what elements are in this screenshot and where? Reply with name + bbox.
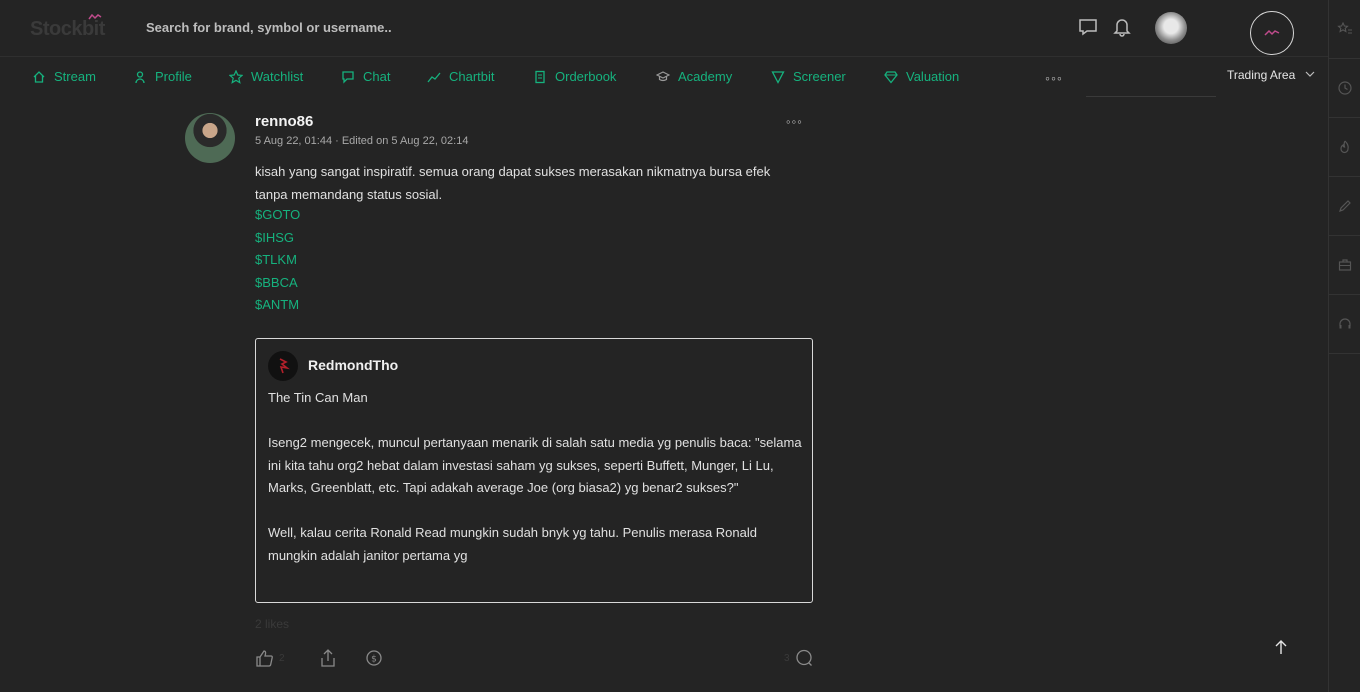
- quoted-paragraph: The Tin Can Man: [268, 390, 368, 405]
- user-icon: [135, 70, 145, 83]
- cashtag-link[interactable]: $IHSG: [255, 227, 300, 250]
- chevron-down-icon[interactable]: [1305, 70, 1315, 78]
- like-button[interactable]: 2: [255, 648, 285, 668]
- quoted-paragraph: Iseng2 mengecek, muncul pertanyaan menar…: [268, 435, 802, 495]
- nav-label: Orderbook: [555, 69, 617, 84]
- quoted-post-text: The Tin Can Man Iseng2 mengecek, muncul …: [268, 387, 803, 590]
- clock-icon: [1338, 81, 1352, 95]
- like-count: 2: [279, 652, 285, 664]
- main-nav: Stream Profile Watchlist Chat Chartbit O…: [0, 57, 1086, 97]
- post-body: kisah yang sangat inspiratif. semua oran…: [255, 164, 771, 202]
- svg-text:$: $: [371, 655, 377, 665]
- cashtag-link[interactable]: $GOTO: [255, 204, 300, 227]
- nav-item-chat[interactable]: Chat: [341, 69, 390, 84]
- star-list-icon: [1337, 21, 1352, 34]
- rail-history[interactable]: [1329, 59, 1360, 118]
- reply-count: 3: [784, 652, 790, 664]
- message-icon[interactable]: [1077, 16, 1099, 38]
- nav-item-orderbook[interactable]: Orderbook: [533, 69, 616, 84]
- nav-item-valuation[interactable]: Valuation: [884, 69, 959, 84]
- document-icon: [535, 70, 545, 83]
- comment-icon: [795, 649, 812, 666]
- logo-mark-icon: [88, 14, 102, 20]
- trading-logo-icon: [1264, 29, 1280, 36]
- post-more-button[interactable]: ◦◦◦: [786, 114, 803, 129]
- cashtag-link[interactable]: $TLKM: [255, 249, 300, 272]
- quoted-paragraph: Well, kalau cerita Ronald Read mungkin s…: [268, 525, 757, 563]
- scroll-to-top-icon[interactable]: [1270, 636, 1292, 658]
- nav-label: Valuation: [906, 69, 960, 84]
- rail-portfolio[interactable]: [1329, 236, 1360, 295]
- divider: [1086, 96, 1216, 97]
- star-icon: [229, 69, 243, 84]
- chart-icon: [427, 72, 441, 82]
- thumbs-up-icon: [256, 650, 273, 667]
- nav-label: Chartbit: [449, 69, 495, 84]
- trading-area-label[interactable]: Trading Area: [1227, 68, 1295, 82]
- share-icon: [321, 649, 335, 667]
- trading-area-button[interactable]: [1250, 11, 1294, 55]
- cashtag-link[interactable]: $ANTM: [255, 294, 300, 317]
- home-icon: [33, 70, 45, 83]
- chat-icon: [342, 70, 354, 84]
- notification-bell-icon[interactable]: [1111, 16, 1133, 38]
- nav-label: Chat: [363, 69, 391, 84]
- nav-item-stream[interactable]: Stream: [32, 69, 96, 84]
- nav-label: Watchlist: [251, 69, 304, 84]
- top-bar: Stockbit Search for brand, symbol or use…: [0, 0, 1328, 57]
- post-author-avatar[interactable]: [185, 113, 235, 163]
- quoted-username[interactable]: RedmondTho: [308, 357, 398, 373]
- nav-label: Profile: [155, 69, 192, 84]
- post-username[interactable]: renno86: [255, 113, 313, 130]
- graduation-cap-icon: [656, 70, 670, 81]
- nav-item-screener[interactable]: Screener: [771, 69, 846, 84]
- likes-count-text[interactable]: 2 likes: [255, 617, 289, 631]
- briefcase-icon: [1338, 259, 1352, 271]
- nav-item-watchlist[interactable]: Watchlist: [229, 69, 303, 84]
- rail-write[interactable]: [1329, 177, 1360, 236]
- dollar-coin-icon: $: [366, 650, 382, 666]
- nav-label: Stream: [54, 69, 96, 84]
- nav-label: Screener: [793, 69, 846, 84]
- reply-button[interactable]: 3: [784, 648, 814, 668]
- right-rail: [1328, 0, 1360, 692]
- nav-label: Academy: [678, 69, 733, 84]
- rail-trending[interactable]: [1329, 118, 1360, 177]
- filter-icon: [771, 70, 785, 84]
- cashtag-list: $GOTO $IHSG $TLKM $BBCA $ANTM: [255, 204, 300, 317]
- user-avatar[interactable]: [1155, 12, 1187, 44]
- pencil-icon: [1339, 200, 1351, 212]
- diamond-icon: [884, 70, 898, 84]
- post-timestamp: 5 Aug 22, 01:44 · Edited on 5 Aug 22, 02…: [255, 135, 469, 147]
- search-input[interactable]: Search for brand, symbol or username..: [146, 20, 392, 35]
- tip-button[interactable]: $: [364, 648, 384, 668]
- nav-item-academy[interactable]: Academy: [656, 69, 732, 84]
- avatar-figure-icon: [279, 358, 290, 374]
- headset-icon: [1339, 318, 1351, 329]
- nav-item-chartbit[interactable]: Chartbit: [427, 69, 495, 84]
- cashtag-link[interactable]: $BBCA: [255, 272, 300, 295]
- nav-more-button[interactable]: ◦◦◦: [1045, 70, 1063, 86]
- rail-support[interactable]: [1329, 295, 1360, 354]
- rail-watchlist[interactable]: [1329, 0, 1360, 59]
- stockbit-logo[interactable]: Stockbit: [30, 18, 105, 41]
- quoted-post-card[interactable]: RedmondTho The Tin Can Man Iseng2 mengec…: [255, 338, 813, 603]
- quoted-author-avatar[interactable]: [268, 351, 298, 381]
- fire-icon: [1340, 140, 1349, 154]
- share-button[interactable]: [318, 648, 338, 668]
- nav-item-profile[interactable]: Profile: [133, 69, 192, 84]
